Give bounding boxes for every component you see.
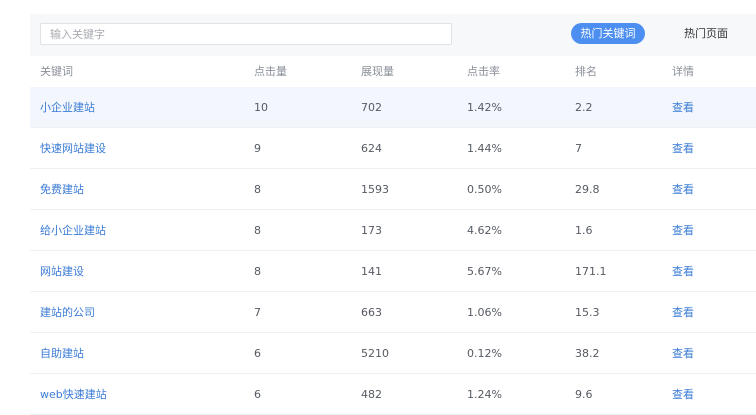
impressions-cell: 5210: [361, 347, 389, 360]
impressions-cell: 173: [361, 224, 382, 237]
table-row: 给小企业建站 8 173 4.62% 1.6 查看: [30, 210, 756, 251]
rank-cell: 2.2: [575, 101, 593, 114]
table-row: web快速建站 6 482 1.24% 9.6 查看: [30, 374, 756, 415]
view-detail-link[interactable]: 查看: [672, 210, 694, 251]
keyword-cell[interactable]: 网站建设: [40, 251, 84, 292]
header-rank: 排名: [575, 65, 597, 78]
view-detail-link[interactable]: 查看: [672, 87, 694, 128]
view-detail-link[interactable]: 查看: [672, 292, 694, 333]
view-detail-link[interactable]: 查看: [672, 128, 694, 169]
table-row: 网站建设 8 141 5.67% 171.1 查看: [30, 251, 756, 292]
ctr-cell: 5.67%: [467, 265, 502, 278]
impressions-cell: 1593: [361, 183, 389, 196]
keyword-cell[interactable]: 免费建站: [40, 169, 84, 210]
ctr-cell: 1.06%: [467, 306, 502, 319]
table-row: 自助建站 6 5210 0.12% 38.2 查看: [30, 333, 756, 374]
ctr-cell: 0.50%: [467, 183, 502, 196]
ctr-cell: 4.62%: [467, 224, 502, 237]
clicks-cell: 8: [254, 265, 261, 278]
rank-cell: 7: [575, 142, 582, 155]
rank-cell: 38.2: [575, 347, 600, 360]
keyword-cell[interactable]: web快速建站: [40, 374, 107, 415]
toolbar: 热门关键词 热门页面: [30, 14, 756, 56]
rank-cell: 15.3: [575, 306, 600, 319]
view-detail-link[interactable]: 查看: [672, 374, 694, 415]
tab-hot-pages[interactable]: 热门页面: [676, 23, 736, 44]
header-detail: 详情: [672, 65, 694, 78]
ctr-cell: 1.44%: [467, 142, 502, 155]
table-row: 小企业建站 10 702 1.42% 2.2 查看: [30, 87, 756, 128]
impressions-cell: 663: [361, 306, 382, 319]
clicks-cell: 6: [254, 388, 261, 401]
keyword-cell[interactable]: 自助建站: [40, 333, 84, 374]
clicks-cell: 8: [254, 224, 261, 237]
impressions-cell: 482: [361, 388, 382, 401]
rank-cell: 1.6: [575, 224, 593, 237]
header-impressions: 展现量: [361, 65, 394, 78]
impressions-cell: 624: [361, 142, 382, 155]
clicks-cell: 9: [254, 142, 261, 155]
clicks-cell: 8: [254, 183, 261, 196]
keyword-cell[interactable]: 快速网站建设: [40, 128, 106, 169]
view-detail-link[interactable]: 查看: [672, 169, 694, 210]
header-keyword: 关键词: [40, 65, 73, 78]
ctr-cell: 1.24%: [467, 388, 502, 401]
keyword-stats-panel: 热门关键词 热门页面 关键词 点击量 展现量 点击率 排名 详情 小企业建站 1…: [30, 14, 756, 415]
ctr-cell: 0.12%: [467, 347, 502, 360]
table-row: 建站的公司 7 663 1.06% 15.3 查看: [30, 292, 756, 333]
table-header: 关键词 点击量 展现量 点击率 排名 详情: [30, 56, 756, 87]
ctr-cell: 1.42%: [467, 101, 502, 114]
keyword-cell[interactable]: 小企业建站: [40, 87, 95, 128]
keyword-cell[interactable]: 建站的公司: [40, 292, 95, 333]
rank-cell: 29.8: [575, 183, 600, 196]
clicks-cell: 6: [254, 347, 261, 360]
table-row: 快速网站建设 9 624 1.44% 7 查看: [30, 128, 756, 169]
tab-hot-keywords[interactable]: 热门关键词: [571, 23, 645, 44]
view-detail-link[interactable]: 查看: [672, 333, 694, 374]
header-clicks: 点击量: [254, 65, 287, 78]
clicks-cell: 7: [254, 306, 261, 319]
rank-cell: 9.6: [575, 388, 593, 401]
view-detail-link[interactable]: 查看: [672, 251, 694, 292]
header-ctr: 点击率: [467, 65, 500, 78]
keyword-cell[interactable]: 给小企业建站: [40, 210, 106, 251]
impressions-cell: 141: [361, 265, 382, 278]
impressions-cell: 702: [361, 101, 382, 114]
rank-cell: 171.1: [575, 265, 607, 278]
clicks-cell: 10: [254, 101, 268, 114]
table-row: 免费建站 8 1593 0.50% 29.8 查看: [30, 169, 756, 210]
search-input[interactable]: [40, 23, 452, 45]
